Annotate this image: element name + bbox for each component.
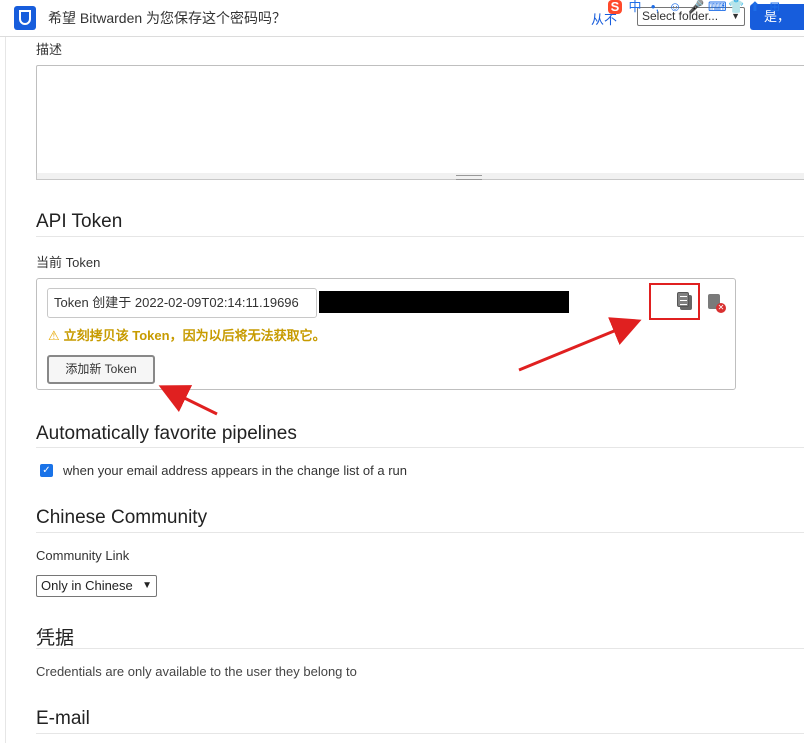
arrow-to-add-token bbox=[158, 385, 218, 416]
arrow-to-copy-icon bbox=[518, 317, 642, 372]
annotation-arrows bbox=[158, 317, 642, 416]
